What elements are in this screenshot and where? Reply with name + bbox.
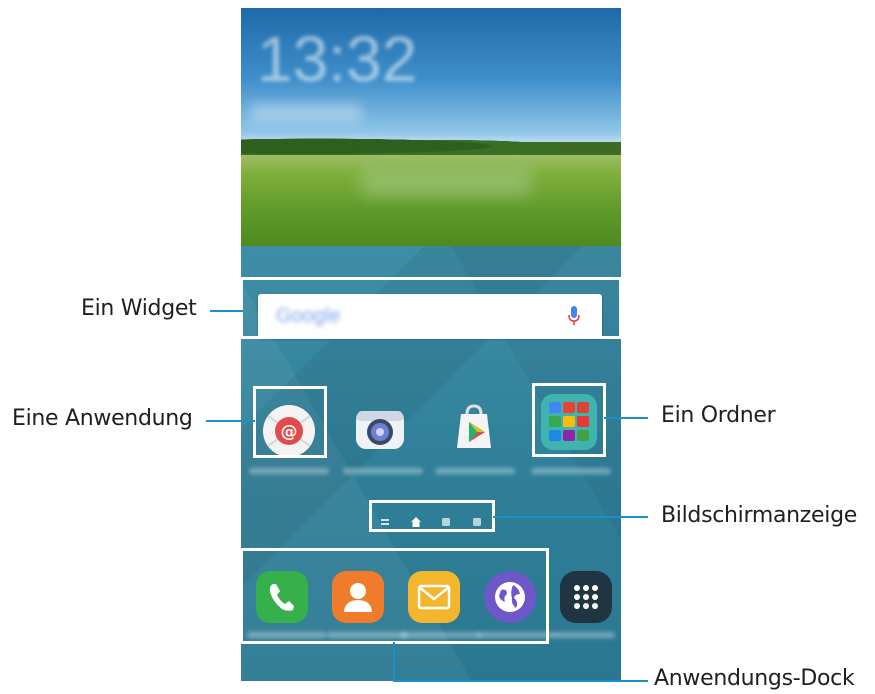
dock-highlight-box [240,548,549,644]
page-indicator-callout-label: Bildschirmanzeige [661,503,858,528]
application-highlight-box [253,386,327,458]
folder-callout-label: Ein Ordner [661,403,776,428]
folder-highlight-box [532,383,606,457]
app-label-blurred [555,632,615,638]
app-label-blurred [435,468,515,474]
weather-text-blurred [361,166,531,196]
page-indicator-callout-line [493,516,648,518]
dock-callout-line-vertical [393,642,395,681]
dock-callout-line-horizontal [393,680,648,682]
clock-display: 13:32 [257,23,418,95]
application-callout-label: Eine Anwendung [12,406,193,431]
app-label-blurred [249,468,329,474]
widget-highlight-box [240,277,622,339]
tree-line [241,133,621,155]
page-indicator-highlight-box [369,500,495,532]
wallpaper-photo: 13:32 [241,8,621,246]
play-store-icon[interactable] [447,400,501,454]
apps-grid-icon[interactable] [559,570,613,624]
app-label-blurred [531,468,611,474]
camera-icon[interactable] [353,402,407,456]
app-label-blurred [343,468,423,474]
widget-callout-line [210,310,243,312]
dock-callout-label: Anwendungs-Dock [654,666,855,691]
application-callout-line [206,420,255,422]
widget-callout-label: Ein Widget [81,296,197,321]
date-text-blurred [251,104,361,122]
folder-callout-line [604,417,648,419]
